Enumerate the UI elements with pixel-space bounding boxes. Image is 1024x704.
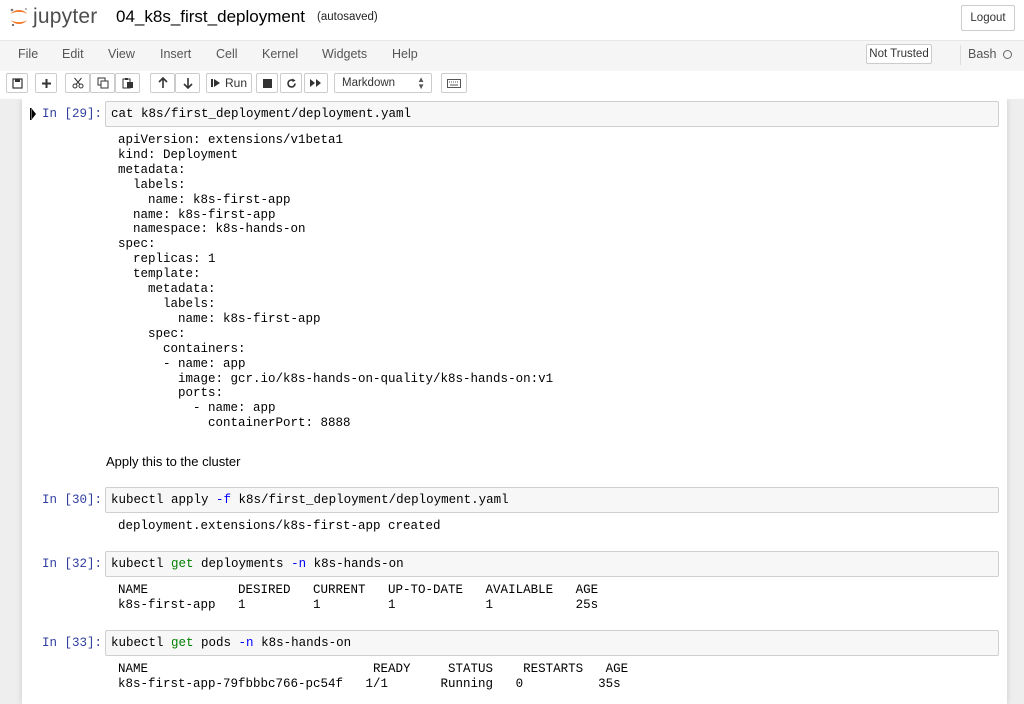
copy-icon [97,77,108,89]
cell-type-value: Markdown [342,77,396,89]
save-button[interactable] [6,73,28,93]
code-token: kubectl [111,557,172,571]
jupyter-logo-icon [10,8,27,27]
logo-text: jupyter [33,5,98,28]
code-text: cat k8s/first_deployment/deployment.yaml [111,107,412,121]
menu-bar: File Edit View Insert Cell Kernel Widget… [0,40,1024,72]
jupyter-logo[interactable]: jupyter [8,4,97,30]
menu-view[interactable]: View [108,47,135,61]
run-icon [210,79,220,87]
code-input[interactable]: kubectl get pods -n k8s-hands-on [105,630,999,656]
code-token: k8s-hands-on [253,636,352,650]
code-text: kubectl apply -f k8s/first_deployment/de… [111,493,509,507]
code-option: -f [216,493,232,507]
code-token: pods [193,636,239,650]
menu-file[interactable]: File [18,47,38,61]
code-option: -n [238,636,254,650]
cell-type-select[interactable]: Markdown ▲ ▼ [334,73,432,93]
stop-icon [262,78,272,88]
cell-output: NAME DESIRED CURRENT UP-TO-DATE AVAILABL… [118,583,599,612]
restart-icon [286,78,296,88]
menu-cell[interactable]: Cell [216,47,238,61]
restart-run-all-button[interactable] [304,73,328,93]
execution-marker-icon [30,108,36,120]
run-label: Run [224,76,247,90]
kernel-status-icon [1003,50,1012,59]
menu-divider [960,45,961,65]
cut-icon [72,77,83,89]
run-button[interactable]: Run [206,73,252,93]
paste-button[interactable] [115,73,140,93]
menu-edit[interactable]: Edit [62,47,84,61]
add-cell-button[interactable] [35,73,57,93]
save-icon [11,77,23,89]
code-token: deployments [193,557,292,571]
autosave-status: (autosaved) [317,11,378,23]
menu-widgets[interactable]: Widgets [322,47,367,61]
toolbar: Run Markdown ▲ ▼ [0,71,1024,99]
code-token: k8s/first_deployment/deployment.yaml [231,493,509,507]
cut-button[interactable] [65,73,90,93]
paste-icon [122,78,133,89]
interrupt-button[interactable] [256,73,278,93]
code-keyword: get [171,557,194,571]
move-up-button[interactable] [150,73,175,93]
code-input[interactable]: kubectl apply -f k8s/first_deployment/de… [105,487,999,513]
menu-insert[interactable]: Insert [160,47,191,61]
code-keyword: get [171,636,194,650]
copy-button[interactable] [90,73,115,93]
input-prompt: In [30]: [41,493,102,507]
code-token: kubectl [111,636,172,650]
cell-output: apiVersion: extensions/v1beta1 kind: Dep… [118,133,554,431]
code-text: kubectl get pods -n k8s-hands-on [111,636,351,650]
plus-icon [41,78,51,88]
menu-kernel[interactable]: Kernel [262,47,298,61]
kernel-name: Bash [968,47,997,61]
code-token: k8s-hands-on [306,557,404,571]
code-input[interactable]: kubectl get deployments -n k8s-hands-on [105,551,999,577]
markdown-cell[interactable]: Apply this to the cluster [106,454,240,469]
notebook-title[interactable]: 04_k8s_first_deployment [116,7,305,27]
menu-help[interactable]: Help [392,47,418,61]
input-prompt: In [29]: [41,107,102,121]
code-token: kubectl apply [111,493,217,507]
notebook-header: jupyter 04_k8s_first_deployment (autosav… [0,0,1024,40]
restart-button[interactable] [280,73,302,93]
code-input[interactable]: cat k8s/first_deployment/deployment.yaml [105,101,999,127]
keyboard-icon [447,78,461,88]
notebook-area: In [29]: cat k8s/first_deployment/deploy… [0,99,1024,704]
notebook-page: In [29]: cat k8s/first_deployment/deploy… [22,99,1007,704]
input-prompt: In [33]: [41,636,102,650]
code-option: -n [291,557,307,571]
trust-indicator[interactable]: Not Trusted [866,44,932,64]
arrow-down-icon [182,78,193,89]
select-arrows-icon: ▲ ▼ [417,75,425,91]
fast-forward-icon [310,79,321,87]
input-prompt: In [32]: [41,557,102,571]
code-text: kubectl get deployments -n k8s-hands-on [111,557,404,571]
arrow-up-icon [157,77,168,88]
command-palette-button[interactable] [441,73,467,93]
cell-output: deployment.extensions/k8s-first-app crea… [118,519,441,533]
move-down-button[interactable] [175,73,200,93]
cell-output: NAME READY STATUS RESTARTS AGE k8s-first… [118,662,629,691]
logout-button[interactable]: Logout [961,5,1015,31]
